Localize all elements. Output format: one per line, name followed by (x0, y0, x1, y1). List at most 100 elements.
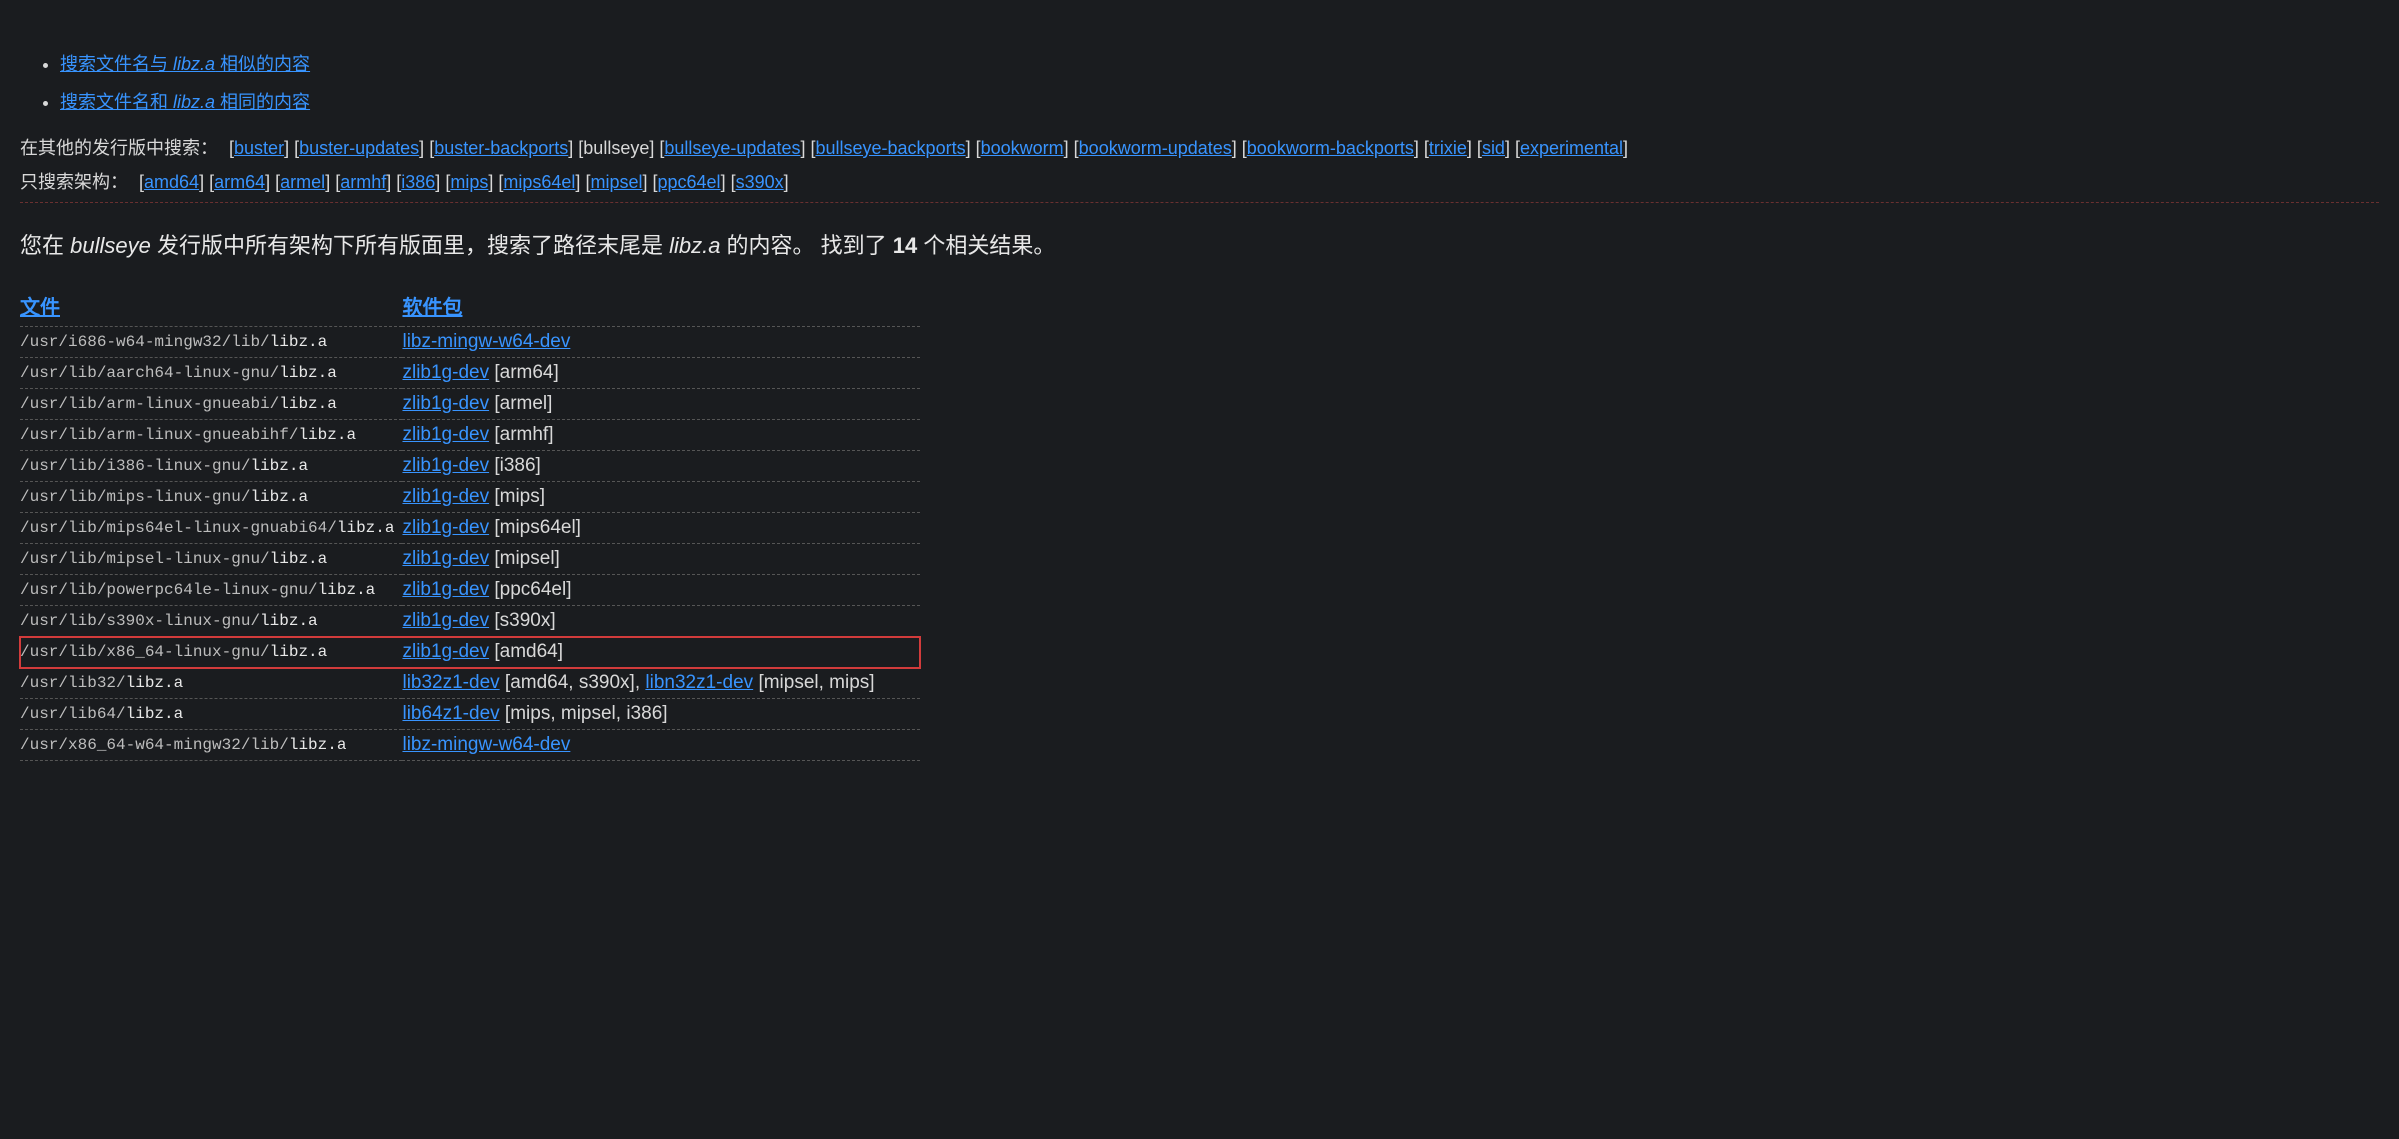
table-row: /usr/lib/x86_64-linux-gnu/libz.azlib1g-d… (20, 637, 920, 668)
table-row: /usr/lib64/libz.alib64z1-dev [mips, mips… (20, 699, 920, 730)
arch-link[interactable]: i386 (401, 172, 435, 192)
top-suggestion-item: 搜索文件名和 libz.a 相同的内容 (60, 88, 2379, 114)
table-row: /usr/lib/s390x-linux-gnu/libz.azlib1g-de… (20, 606, 920, 637)
dist-link[interactable]: trixie (1429, 138, 1467, 158)
pkg-arch: [mips64el] (494, 517, 581, 538)
dist-link[interactable]: bookworm-updates (1079, 138, 1232, 158)
dist-link[interactable]: buster (234, 138, 284, 158)
arch-link[interactable]: amd64 (144, 172, 199, 192)
arch-line: 只搜索架构： [amd64] [arm64] [armel] [armhf] [… (20, 168, 2379, 194)
pkg-link[interactable]: zlib1g-dev (402, 517, 489, 538)
pkg-link[interactable]: zlib1g-dev (402, 641, 489, 662)
summary-dist: bullseye (70, 233, 151, 258)
table-row: /usr/lib/mipsel-linux-gnu/libz.azlib1g-d… (20, 544, 920, 575)
table-row: /usr/lib/mips64el-linux-gnuabi64/libz.az… (20, 513, 920, 544)
dist-current: bullseye (583, 138, 649, 158)
pkg-cell: lib32z1-dev [amd64, s390x], libn32z1-dev… (402, 668, 920, 699)
arch-link[interactable]: mips64el (503, 172, 575, 192)
pkg-link[interactable]: zlib1g-dev (402, 548, 489, 569)
file-cell: /usr/i686-w64-mingw32/lib/libz.a (20, 327, 402, 358)
pkg-cell: zlib1g-dev [ppc64el] (402, 575, 920, 606)
pkg-cell: zlib1g-dev [s390x] (402, 606, 920, 637)
top-suggestion-list: 搜索文件名与 libz.a 相似的内容搜索文件名和 libz.a 相同的内容 (60, 50, 2379, 114)
file-cell: /usr/lib32/libz.a (20, 668, 402, 699)
summary-p4: 个相关结果。 (917, 233, 1055, 258)
pkg-link[interactable]: libz-mingw-w64-dev (402, 734, 570, 755)
pkg-link[interactable]: zlib1g-dev (402, 579, 489, 600)
dist-link[interactable]: sid (1482, 138, 1505, 158)
file-cell: /usr/lib/aarch64-linux-gnu/libz.a (20, 358, 402, 389)
pkg-link[interactable]: zlib1g-dev (402, 455, 489, 476)
dist-label: 在其他的发行版中搜索： (20, 138, 218, 158)
pkg-cell: zlib1g-dev [arm64] (402, 358, 920, 389)
pkg-link[interactable]: zlib1g-dev (402, 610, 489, 631)
arch-link[interactable]: ppc64el (658, 172, 721, 192)
pkg-link[interactable]: lib64z1-dev (402, 703, 499, 724)
file-cell: /usr/x86_64-w64-mingw32/lib/libz.a (20, 730, 402, 761)
arch-link[interactable]: s390x (736, 172, 784, 192)
arch-link[interactable]: mipsel (590, 172, 642, 192)
pkg-cell: libz-mingw-w64-dev (402, 730, 920, 761)
file-cell: /usr/lib/x86_64-linux-gnu/libz.a (20, 637, 402, 668)
pkg-link[interactable]: zlib1g-dev (402, 486, 489, 507)
summary-p1: 您在 (20, 233, 70, 258)
pkg-link[interactable]: zlib1g-dev (402, 362, 489, 383)
file-cell: /usr/lib/arm-linux-gnueabi/libz.a (20, 389, 402, 420)
header-file-link[interactable]: 文件 (20, 297, 60, 319)
top-suggestion-item: 搜索文件名与 libz.a 相似的内容 (60, 50, 2379, 76)
pkg-cell: zlib1g-dev [armel] (402, 389, 920, 420)
pkg-arch: [ppc64el] (494, 579, 571, 600)
table-row: /usr/lib/mips-linux-gnu/libz.azlib1g-dev… (20, 482, 920, 513)
separator (20, 202, 2379, 203)
top-suggestion-link[interactable]: 搜索文件名与 libz.a 相似的内容 (60, 54, 310, 74)
table-row: /usr/i686-w64-mingw32/lib/libz.alibz-min… (20, 327, 920, 358)
pkg-arch: [mips, mipsel, i386] (505, 703, 668, 724)
pkg-cell: zlib1g-dev [amd64] (402, 637, 920, 668)
pkg-link[interactable]: libz-mingw-w64-dev (402, 331, 570, 352)
summary-p3: 的内容。 找到了 (720, 233, 892, 258)
summary-count: 14 (893, 233, 917, 258)
pkg-link[interactable]: lib32z1-dev (402, 672, 499, 693)
table-row: /usr/lib/arm-linux-gnueabi/libz.azlib1g-… (20, 389, 920, 420)
dist-link[interactable]: bullseye-updates (664, 138, 800, 158)
dist-link[interactable]: experimental (1520, 138, 1623, 158)
dist-line: 在其他的发行版中搜索： [buster] [buster-updates] [b… (20, 134, 2379, 160)
top-suggestion-link[interactable]: 搜索文件名和 libz.a 相同的内容 (60, 92, 310, 112)
file-cell: /usr/lib/mips64el-linux-gnuabi64/libz.a (20, 513, 402, 544)
table-row: /usr/x86_64-w64-mingw32/lib/libz.alibz-m… (20, 730, 920, 761)
arch-link[interactable]: armhf (340, 172, 386, 192)
arch-link[interactable]: armel (280, 172, 325, 192)
file-cell: /usr/lib/arm-linux-gnueabihf/libz.a (20, 420, 402, 451)
pkg-arch: [armel] (494, 393, 552, 414)
file-cell: /usr/lib/i386-linux-gnu/libz.a (20, 451, 402, 482)
pkg-cell: zlib1g-dev [mips] (402, 482, 920, 513)
pkg-link[interactable]: zlib1g-dev (402, 424, 489, 445)
file-cell: /usr/lib/s390x-linux-gnu/libz.a (20, 606, 402, 637)
pkg-arch: [arm64] (494, 362, 558, 383)
table-row: /usr/lib/arm-linux-gnueabihf/libz.azlib1… (20, 420, 920, 451)
dist-link[interactable]: buster-backports (434, 138, 568, 158)
dist-link[interactable]: bookworm (981, 138, 1064, 158)
table-row: /usr/lib/powerpc64le-linux-gnu/libz.azli… (20, 575, 920, 606)
arch-link[interactable]: mips (450, 172, 488, 192)
pkg-arch: [armhf] (494, 424, 553, 445)
arch-link[interactable]: arm64 (214, 172, 265, 192)
pkg-cell: libz-mingw-w64-dev (402, 327, 920, 358)
dist-link[interactable]: bullseye-backports (816, 138, 966, 158)
arch-label: 只搜索架构： (20, 172, 128, 192)
file-cell: /usr/lib/mipsel-linux-gnu/libz.a (20, 544, 402, 575)
pkg-arch: [amd64, s390x] (505, 672, 635, 693)
dist-link[interactable]: bookworm-backports (1247, 138, 1414, 158)
pkg-cell: zlib1g-dev [armhf] (402, 420, 920, 451)
file-cell: /usr/lib/mips-linux-gnu/libz.a (20, 482, 402, 513)
pkg-cell: zlib1g-dev [mips64el] (402, 513, 920, 544)
pkg-cell: zlib1g-dev [mipsel] (402, 544, 920, 575)
header-pkg-link[interactable]: 软件包 (402, 297, 462, 319)
table-row: /usr/lib/i386-linux-gnu/libz.azlib1g-dev… (20, 451, 920, 482)
pkg-cell: lib64z1-dev [mips, mipsel, i386] (402, 699, 920, 730)
dist-link[interactable]: buster-updates (299, 138, 419, 158)
summary-text: 您在 bullseye 发行版中所有架构下所有版面里，搜索了路径末尾是 libz… (20, 228, 2379, 260)
pkg-link[interactable]: libn32z1-dev (645, 672, 753, 693)
file-cell: /usr/lib/powerpc64le-linux-gnu/libz.a (20, 575, 402, 606)
pkg-link[interactable]: zlib1g-dev (402, 393, 489, 414)
